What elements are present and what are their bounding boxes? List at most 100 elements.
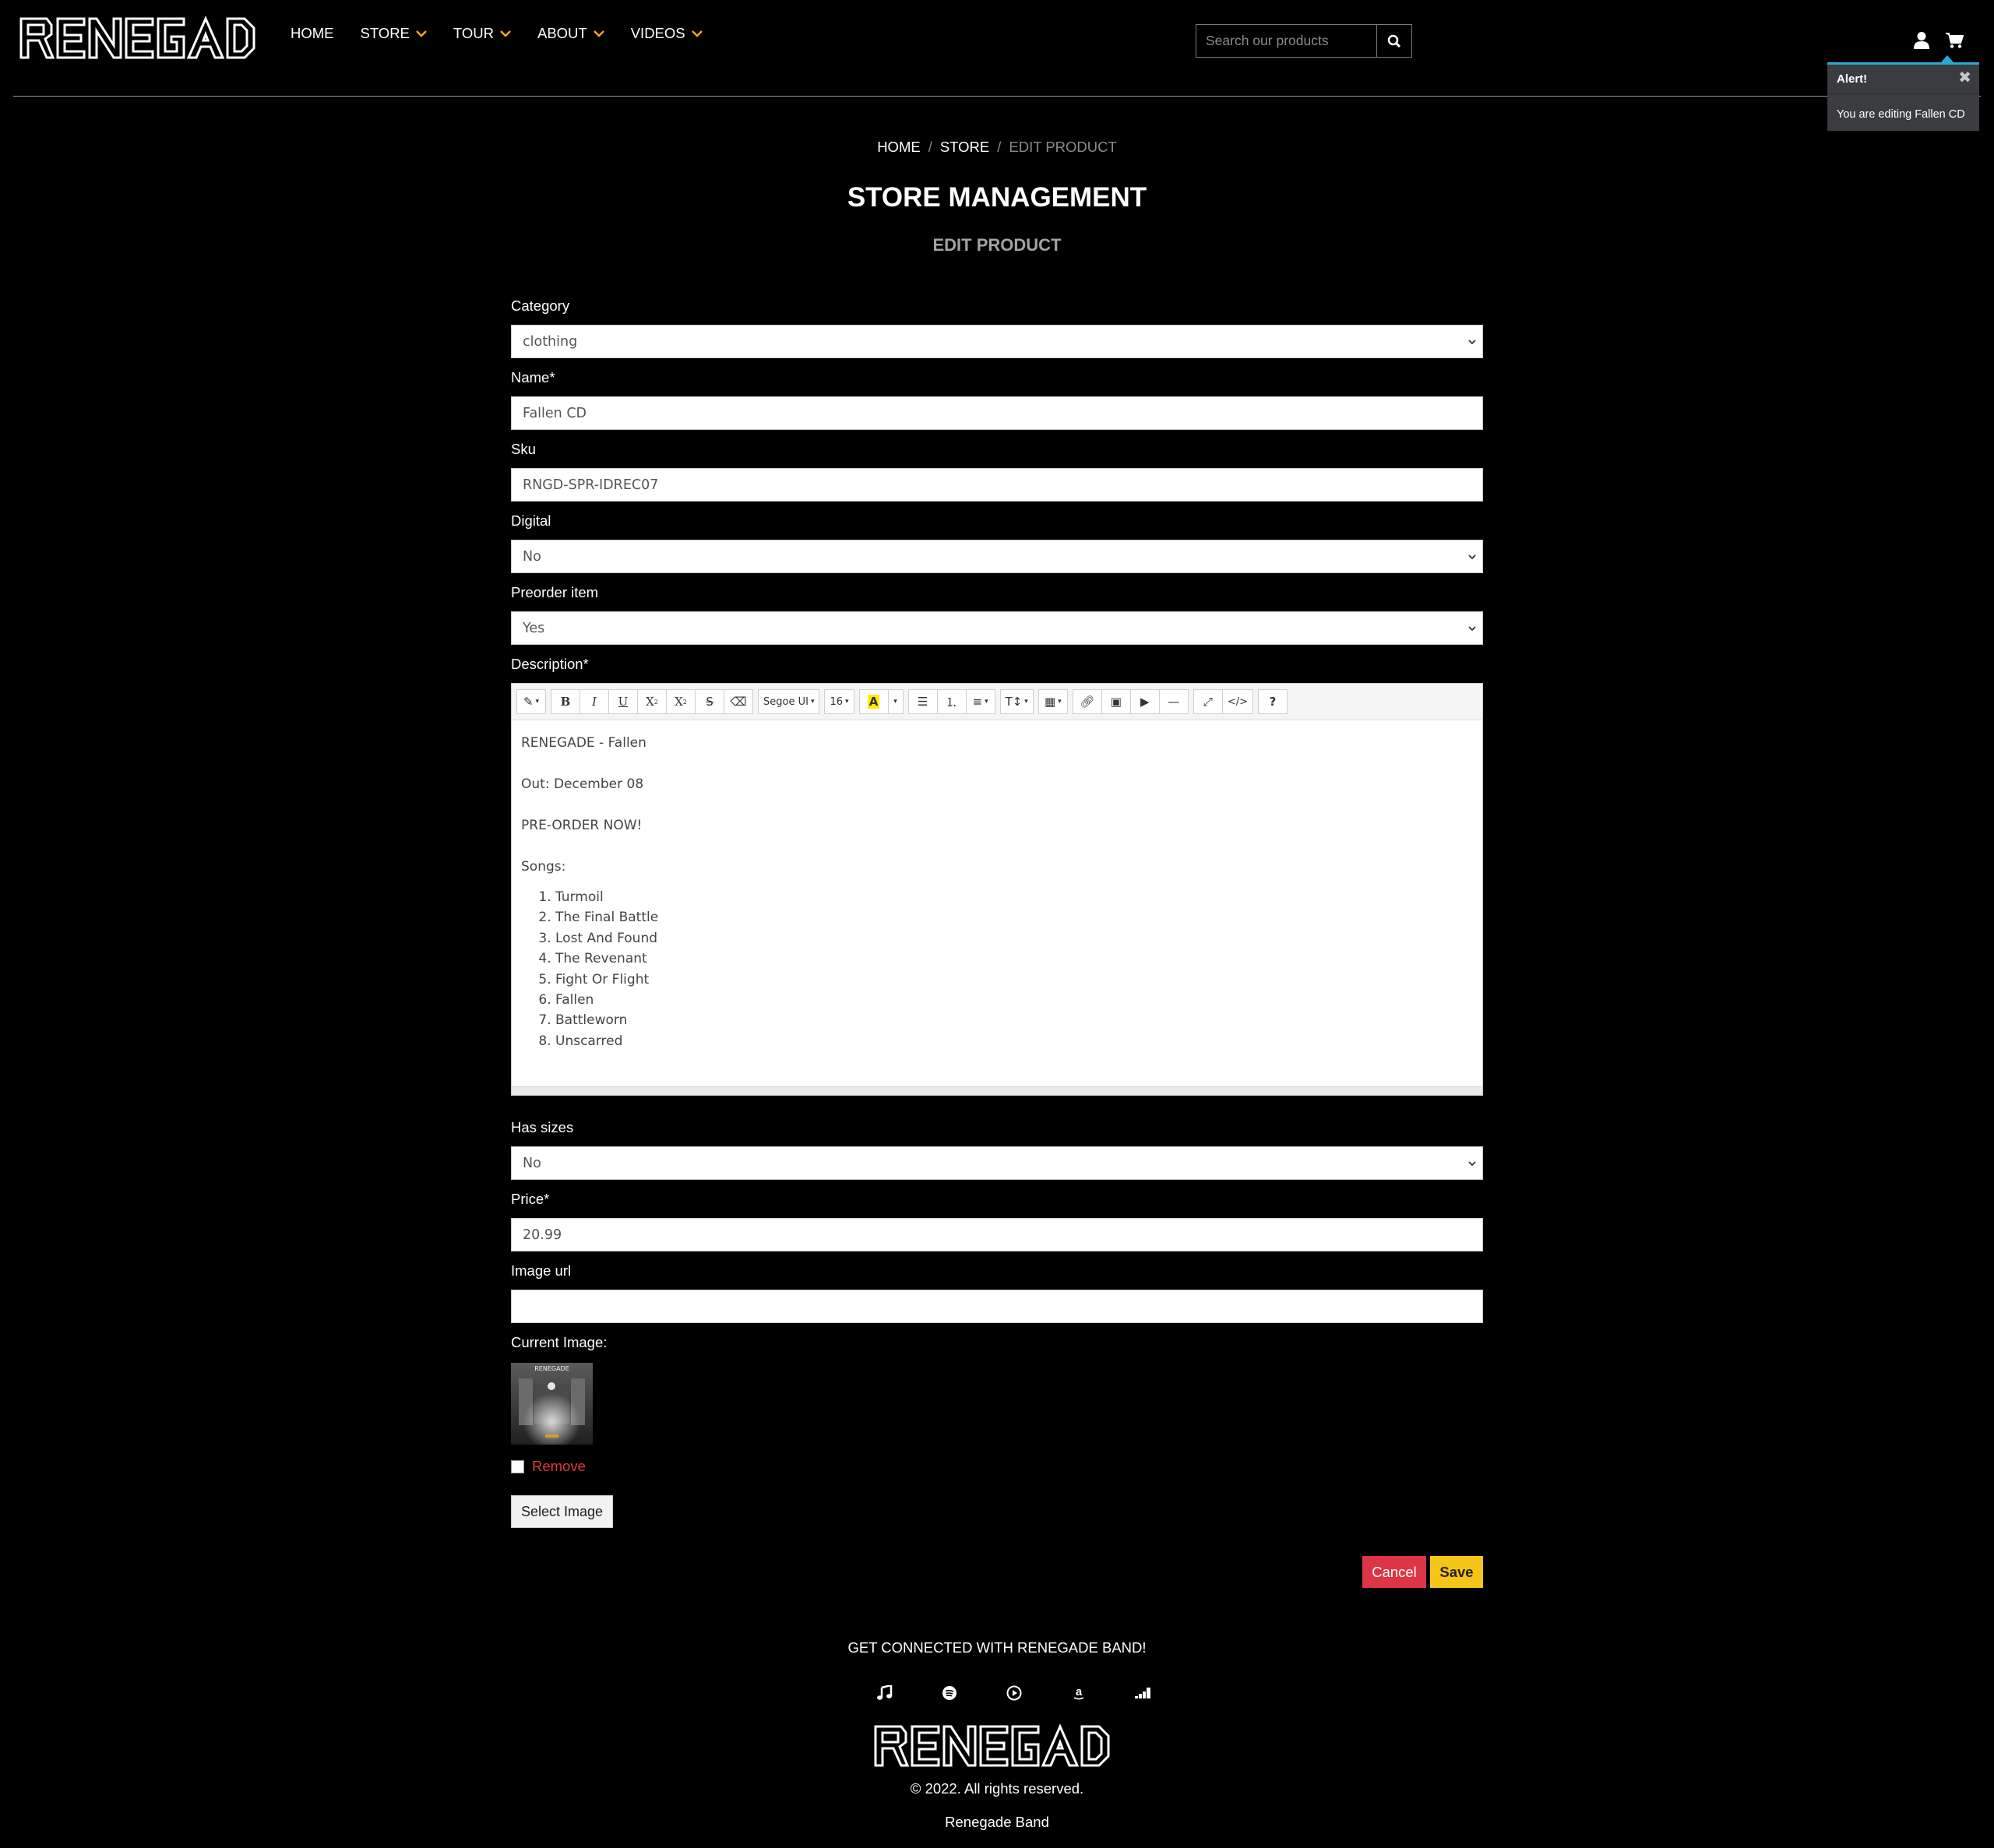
has-sizes-select[interactable]: No: [511, 1146, 1483, 1180]
nav-home-label: HOME: [291, 25, 334, 41]
link-icon[interactable]: 🔗︎: [1072, 689, 1102, 714]
nav-store-label: STORE: [360, 25, 410, 41]
image-url-field[interactable]: [511, 1290, 1483, 1323]
nav-home[interactable]: HOME: [291, 25, 334, 42]
nav-tour[interactable]: TOUR: [453, 25, 511, 42]
price-value: 20.99: [523, 1227, 562, 1243]
description-line: Songs:: [521, 859, 566, 875]
category-select[interactable]: clothing: [511, 325, 1483, 358]
bold-button[interactable]: B: [551, 689, 580, 714]
song-item: Turmoil: [555, 887, 1473, 907]
nav-store[interactable]: STORE: [361, 25, 427, 42]
has-sizes-value: No: [523, 1155, 541, 1171]
unordered-list-icon[interactable]: ☰: [907, 689, 938, 714]
sku-value: RNGD-SPR-IDREC07: [523, 477, 659, 493]
song-item: Battleworn: [555, 1010, 1473, 1030]
price-group: Price* 20.99: [511, 1191, 1483, 1251]
chevron-down-icon: [1468, 554, 1476, 560]
description-label: Description*: [511, 656, 589, 672]
ordered-list-icon[interactable]: ⒈: [936, 689, 967, 714]
song-item: Fallen: [555, 990, 1473, 1010]
current-image-group: Current Image: RENEGADE Remove Select Im…: [511, 1334, 1483, 1528]
chevron-down-icon: [1468, 1161, 1476, 1167]
preorder-select[interactable]: Yes: [511, 611, 1483, 645]
chevron-down-icon: [1468, 340, 1476, 345]
price-field[interactable]: 20.99: [511, 1218, 1483, 1251]
text-color-button[interactable]: A: [858, 689, 889, 714]
search-icon: [1387, 34, 1401, 48]
youtube-music-icon[interactable]: [981, 1685, 1046, 1701]
music-note-icon[interactable]: [852, 1685, 917, 1701]
image-icon[interactable]: ▣: [1101, 689, 1131, 714]
footer-renegade-logo: [873, 1723, 1118, 1772]
paragraph-align-dropdown[interactable]: ≡ ▾: [965, 689, 995, 714]
deezer-icon[interactable]: [1111, 1685, 1175, 1701]
edit-product-form: Category clothing Name* Fallen CD Sku RN…: [511, 297, 1483, 1539]
help-icon[interactable]: ?: [1257, 689, 1288, 714]
cart-icon[interactable]: [1945, 32, 1964, 49]
strikethrough-button[interactable]: S: [695, 689, 724, 714]
description-editor[interactable]: ✎ ▾ B I U X2 X2 S ⌫ Segoe UI ▾ 16 ▾ A ▾ ☰: [511, 683, 1483, 1096]
chevron-down-icon: [593, 30, 604, 37]
save-button[interactable]: Save: [1430, 1556, 1483, 1588]
breadcrumb-separator: /: [928, 139, 932, 155]
chevron-down-icon: [1468, 626, 1476, 632]
nav-about[interactable]: ABOUT: [537, 25, 604, 42]
name-field[interactable]: Fallen CD: [511, 396, 1483, 430]
underline-button[interactable]: U: [608, 689, 638, 714]
breadcrumb-separator: /: [997, 139, 1002, 155]
line-height-dropdown[interactable]: T↕ ▾: [999, 689, 1034, 714]
magic-wand-style-button[interactable]: ✎ ▾: [516, 689, 546, 714]
name-value: Fallen CD: [523, 405, 587, 421]
eraser-icon[interactable]: ⌫: [724, 689, 753, 714]
subscript-button[interactable]: X2: [666, 689, 696, 714]
digital-select[interactable]: No: [511, 540, 1483, 573]
user-icon[interactable]: [1913, 31, 1930, 50]
font-name-dropdown[interactable]: Segoe UI ▾: [758, 689, 820, 714]
cover-title: RENEGADE: [534, 1365, 569, 1372]
footer-band-name: Renegade Band: [945, 1814, 1049, 1830]
search-bar: [1196, 24, 1412, 58]
alert-topline: [1827, 62, 1979, 65]
italic-button[interactable]: I: [580, 689, 609, 714]
chevron-down-icon: [691, 30, 703, 37]
close-icon[interactable]: ✖: [1958, 68, 1971, 87]
song-list: Turmoil The Final Battle Lost And Found …: [521, 887, 1473, 1051]
text-color-dropdown[interactable]: ▾: [887, 689, 904, 714]
breadcrumb-home[interactable]: HOME: [877, 139, 921, 155]
breadcrumb-store[interactable]: STORE: [940, 139, 989, 155]
table-icon[interactable]: ▦ ▾: [1038, 689, 1068, 714]
remove-image-label[interactable]: Remove: [532, 1458, 586, 1475]
sku-field[interactable]: RNGD-SPR-IDREC07: [511, 468, 1483, 502]
spotify-icon[interactable]: [917, 1685, 981, 1701]
preorder-group: Preorder item Yes: [511, 584, 1483, 645]
superscript-button[interactable]: X2: [637, 689, 667, 714]
has-sizes-group: Has sizes No: [511, 1119, 1483, 1180]
song-item: The Final Battle: [555, 907, 1473, 928]
cancel-button[interactable]: Cancel: [1362, 1556, 1426, 1588]
horizontal-rule-icon[interactable]: —: [1158, 689, 1189, 714]
category-value: clothing: [523, 333, 578, 350]
editor-content[interactable]: RENEGADE - Fallen Out: December 08 PRE-O…: [512, 720, 1482, 1064]
remove-image-checkbox[interactable]: [511, 1459, 524, 1473]
video-icon[interactable]: ▶: [1129, 689, 1160, 714]
fullscreen-icon[interactable]: ⤢: [1193, 689, 1223, 714]
nav-videos-label: VIDEOS: [630, 25, 685, 41]
renegade-logo[interactable]: [19, 16, 263, 65]
select-image-button[interactable]: Select Image: [511, 1495, 613, 1528]
top-navbar: HOME STORE TOUR ABOUT VIDEOS: [0, 0, 1994, 97]
nav-videos[interactable]: VIDEOS: [631, 25, 703, 42]
current-image-label: Current Image:: [511, 1334, 608, 1350]
alert-popover: Alert! ✖ You are editing Fallen CD: [1827, 55, 1979, 131]
has-sizes-label: Has sizes: [511, 1119, 574, 1135]
code-view-icon[interactable]: </>: [1221, 689, 1253, 714]
editor-resize-bar[interactable]: [512, 1086, 1482, 1095]
amazon-icon[interactable]: a: [1046, 1685, 1111, 1701]
image-url-label: Image url: [511, 1262, 572, 1279]
album-cover-thumbnail: RENEGADE: [511, 1363, 593, 1445]
page-title: STORE MANAGEMENT: [847, 182, 1147, 213]
font-size-dropdown[interactable]: 16 ▾: [824, 689, 854, 714]
search-input[interactable]: [1196, 24, 1376, 58]
category-label: Category: [511, 297, 570, 314]
search-button[interactable]: [1376, 24, 1412, 58]
